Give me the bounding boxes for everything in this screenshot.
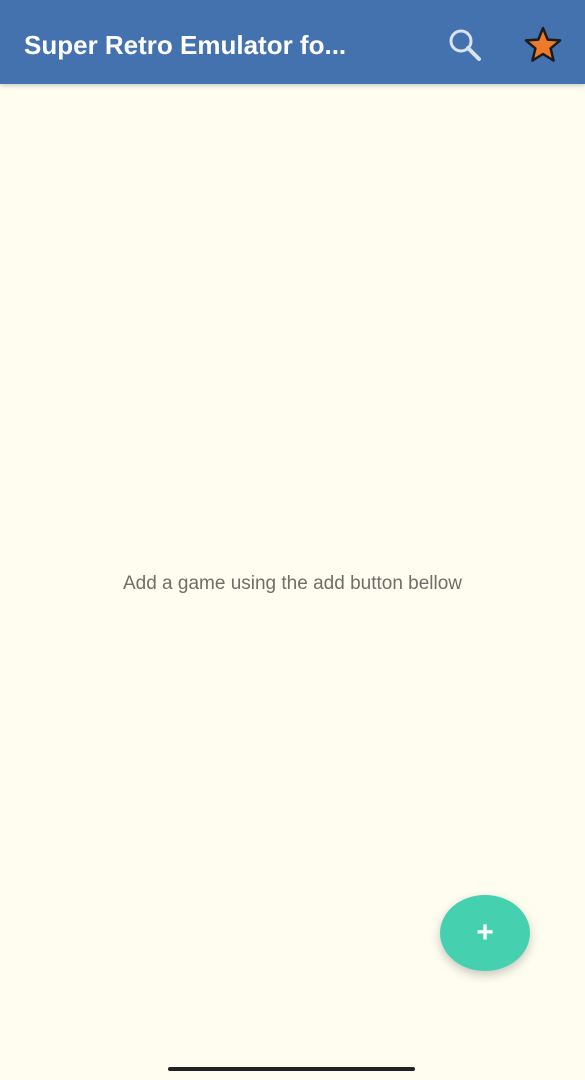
- add-game-button[interactable]: +: [440, 895, 530, 971]
- plus-icon: +: [476, 916, 494, 949]
- home-indicator[interactable]: [168, 1067, 415, 1071]
- star-icon: [524, 26, 562, 62]
- favorites-button[interactable]: [522, 24, 564, 66]
- empty-state-message: Add a game using the add button bellow: [122, 573, 463, 594]
- app-title: Super Retro Emulator fo...: [24, 30, 347, 60]
- app-bar: Super Retro Emulator fo...: [0, 0, 585, 84]
- search-icon: [449, 29, 481, 61]
- search-button[interactable]: [444, 24, 486, 66]
